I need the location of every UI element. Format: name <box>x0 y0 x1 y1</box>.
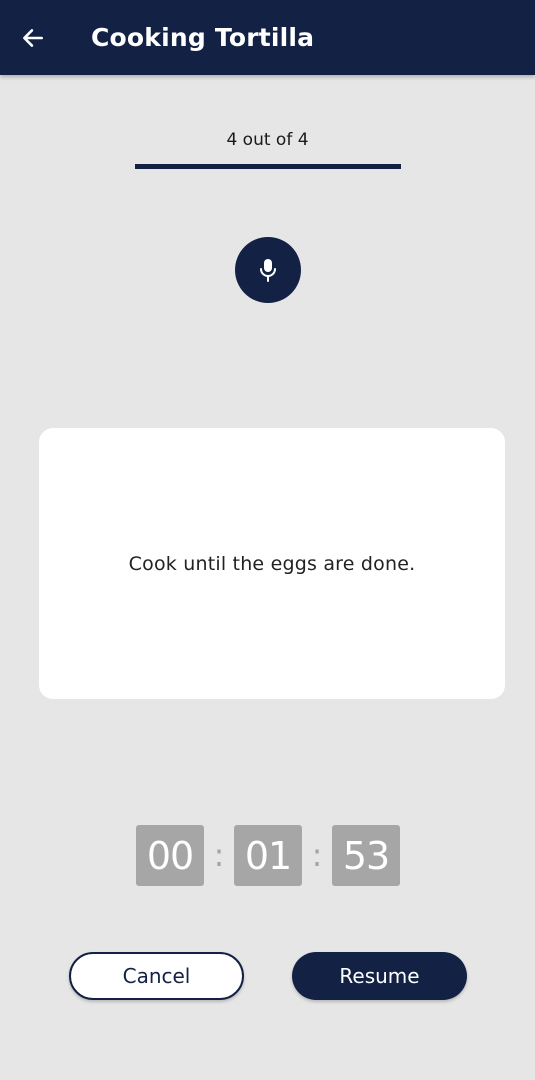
step-instruction-text: Cook until the eggs are done. <box>128 552 416 575</box>
timer-separator: : <box>213 836 225 874</box>
timer-minutes: 01 <box>234 825 302 886</box>
step-progress-label: 4 out of 4 <box>226 130 309 150</box>
timer-separator: : <box>311 836 323 874</box>
voice-command-button[interactable] <box>235 237 301 303</box>
timer-hours: 00 <box>136 825 204 886</box>
step-progress-bar <box>135 164 401 169</box>
page-title: Cooking Tortilla <box>91 23 315 52</box>
app-bar: Cooking Tortilla <box>0 0 535 75</box>
countdown-timer: 00 : 01 : 53 <box>136 825 400 886</box>
timer-seconds: 53 <box>332 825 400 886</box>
step-instruction-card: Cook until the eggs are done. <box>39 428 505 699</box>
arrow-left-icon <box>23 29 43 47</box>
cancel-button[interactable]: Cancel <box>69 952 244 1000</box>
back-button[interactable] <box>14 19 52 57</box>
step-progress-fill <box>135 164 401 169</box>
microphone-icon <box>260 259 276 282</box>
resume-button[interactable]: Resume <box>292 952 467 1000</box>
